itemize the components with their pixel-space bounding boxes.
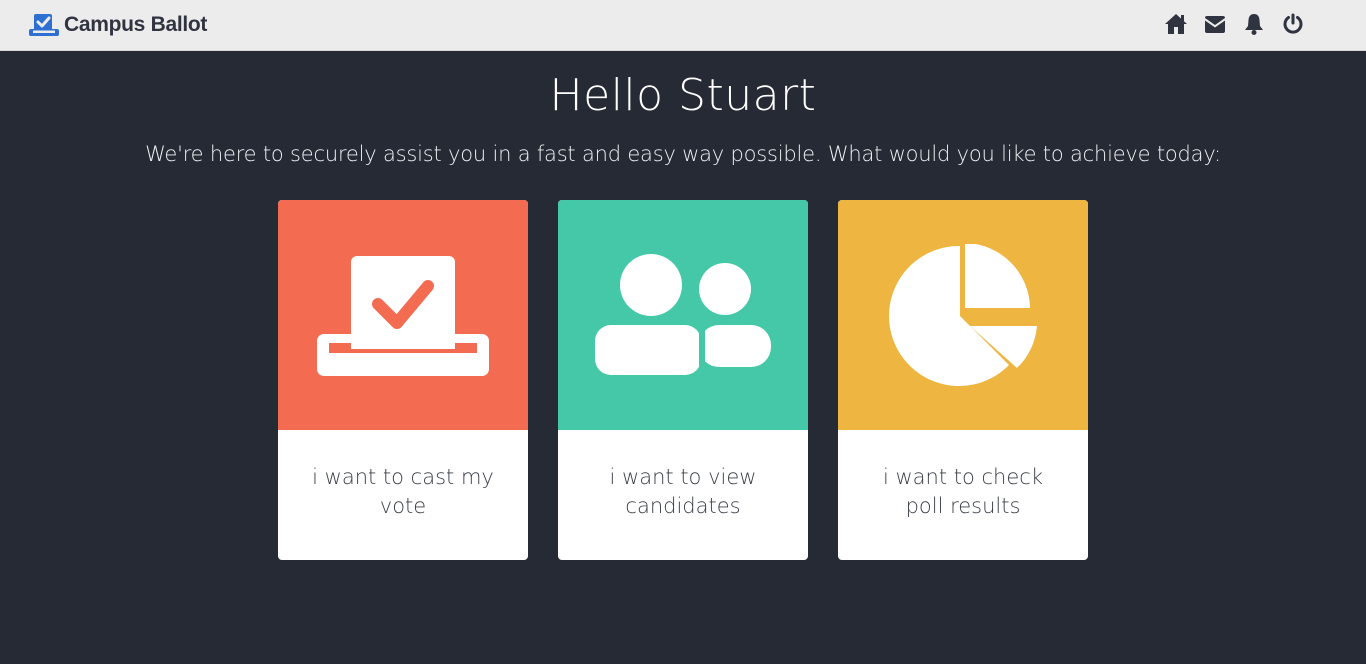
poll-results-card-footer: i want to check poll results	[838, 430, 1088, 560]
ballot-box-icon	[317, 256, 489, 376]
poll-results-card[interactable]: i want to check poll results	[838, 200, 1088, 560]
pie-chart-icon	[889, 244, 1037, 386]
cast-vote-card-banner	[278, 200, 528, 430]
cast-vote-label: i want to cast my vote	[312, 465, 494, 518]
top-navbar: Campus Ballot	[0, 0, 1366, 51]
view-candidates-card-banner	[558, 200, 808, 430]
view-candidates-label: i want to view candidates	[609, 465, 757, 518]
page-title: Hello Stuart	[549, 70, 817, 121]
page-subtitle: We're here to securely assist you in a f…	[145, 142, 1221, 166]
poll-results-card-banner	[838, 200, 1088, 430]
users-icon	[595, 254, 771, 375]
view-candidates-card[interactable]: i want to view candidates	[558, 200, 808, 560]
bell-icon[interactable]	[1241, 11, 1267, 37]
brand-link[interactable]: Campus Ballot	[28, 10, 207, 40]
brand-name: Campus Ballot	[64, 13, 208, 36]
poll-results-label: i want to check poll results	[882, 465, 1043, 518]
cast-vote-card[interactable]: i want to cast my vote	[278, 200, 528, 560]
view-candidates-card-footer: i want to view candidates	[558, 430, 808, 560]
power-icon[interactable]	[1280, 11, 1306, 37]
envelope-icon[interactable]	[1202, 11, 1228, 37]
home-icon[interactable]	[1163, 11, 1189, 37]
nav-icon-group	[1150, 11, 1306, 37]
cast-vote-card-footer: i want to cast my vote	[278, 430, 528, 560]
ballot-logo-icon	[29, 14, 59, 36]
